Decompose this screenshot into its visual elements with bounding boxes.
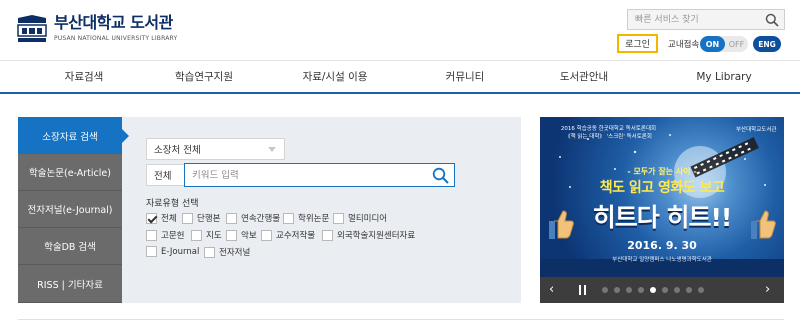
quick-search-box — [627, 9, 785, 30]
field-select-value: 전체 — [154, 171, 172, 182]
slide-dot[interactable] — [662, 287, 668, 293]
checkbox-icon[interactable] — [226, 229, 237, 241]
type-checkbox-faculty-works[interactable]: 교수저작물 — [261, 229, 315, 241]
nav-item-research[interactable]: 학습연구지원 — [168, 61, 240, 92]
english-button[interactable]: ENG — [753, 36, 781, 52]
main-nav: 자료검색 학습연구지원 자료/시설 이용 커뮤니티 도서관안내 My Libra… — [0, 60, 800, 92]
type-checkbox-old-books[interactable]: 고문헌 — [146, 229, 184, 241]
banner-title: 히트다 히트!! — [592, 203, 733, 232]
campus-access-toggle[interactable]: ON OFF — [700, 36, 748, 52]
type-checkbox-multimedia[interactable]: 멀티미디어 — [333, 212, 387, 224]
section-divider — [18, 319, 784, 320]
slide-dot[interactable] — [626, 287, 632, 293]
type-checkbox-score[interactable]: 악보 — [226, 229, 257, 241]
tab-e-journal[interactable]: 전자저널(e-Journal) — [18, 191, 122, 228]
slide-dot[interactable] — [698, 287, 704, 293]
checkbox-checked-icon[interactable] — [146, 212, 157, 224]
tab-e-article[interactable]: 학술논문(e-Article) — [18, 154, 122, 191]
checkbox-icon[interactable] — [182, 212, 193, 224]
tab-riss-other[interactable]: RISS | 기타자료 — [18, 265, 122, 303]
location-select[interactable]: 소장처 전체 — [146, 138, 285, 160]
banner-venue: 부산대학교 밀양캠퍼스 나노생명과학도서관 — [612, 257, 712, 263]
checkbox-icon[interactable] — [146, 246, 157, 257]
quick-search-input[interactable] — [628, 10, 758, 29]
checkbox-icon[interactable] — [146, 229, 157, 241]
tab-holdings-search[interactable]: 소장자료 검색 — [18, 117, 129, 154]
checkbox-icon[interactable] — [283, 212, 294, 224]
slide-dot[interactable] — [638, 287, 644, 293]
type-checkbox-electronic-journal[interactable]: 전자저널 — [204, 246, 250, 258]
pause-icon[interactable] — [579, 285, 586, 295]
type-checkbox-book[interactable]: 단행본 — [182, 212, 220, 224]
site-header: 부산대학교 도서관 PUSAN NATIONAL UNIVERSITY LIBR… — [0, 0, 800, 60]
chevron-left-icon[interactable]: ‹ — [549, 282, 554, 297]
type-checkbox-e-journal[interactable]: E-Journal — [146, 246, 199, 257]
slide-dot[interactable] — [650, 287, 656, 293]
slide-dot[interactable] — [602, 287, 608, 293]
banner-controls: ‹ › — [540, 277, 784, 303]
banner-library-logo: 부산대학교도서관 — [736, 127, 777, 133]
checkbox-icon[interactable] — [261, 229, 272, 241]
location-select-value: 소장처 전체 — [154, 145, 201, 156]
university-logo-icon — [16, 14, 48, 44]
checkbox-icon[interactable] — [204, 246, 215, 258]
checkbox-icon[interactable] — [333, 212, 344, 224]
keyword-search-box — [184, 163, 455, 187]
nav-item-search[interactable]: 자료검색 — [0, 61, 168, 92]
toggle-off[interactable]: OFF — [725, 36, 748, 52]
campus-access-label: 교내접속 — [668, 40, 700, 50]
nav-item-about[interactable]: 도서관안내 — [500, 61, 668, 92]
banner-tagline: - 모두가 잘는 사이 - — [627, 167, 697, 176]
event-banner[interactable]: 2016 학습공동 한곳대학교 독서토론대회 《책 읽는 대학》 '스크린' 독… — [540, 117, 784, 303]
nav-item-my-library[interactable]: My Library — [668, 61, 780, 92]
nav-item-facilities[interactable]: 자료/시설 이용 — [240, 61, 430, 92]
chevron-right-icon[interactable]: › — [765, 282, 770, 297]
logo-title: 부산대학교 도서관 — [54, 13, 173, 32]
slide-dot[interactable] — [674, 287, 680, 293]
thumbs-up-icon — [751, 210, 776, 239]
chevron-down-icon — [268, 147, 276, 152]
banner-header-text: 2016 학습공동 한곳대학교 독서토론대회 《책 읽는 대학》 '스크린' 독… — [560, 126, 657, 140]
search-icon[interactable] — [432, 167, 449, 187]
checkbox-icon[interactable] — [322, 229, 333, 241]
banner-illustration — [559, 134, 766, 198]
logo-subtitle: PUSAN NATIONAL UNIVERSITY LIBRARY — [54, 35, 178, 42]
toggle-on[interactable]: ON — [700, 36, 725, 52]
nav-item-community[interactable]: 커뮤니티 — [430, 61, 500, 92]
keyword-input[interactable] — [185, 164, 415, 186]
tab-academic-db[interactable]: 학술DB 검색 — [18, 228, 122, 265]
slide-dot[interactable] — [614, 287, 620, 293]
checkbox-icon[interactable] — [226, 212, 237, 224]
type-checkbox-foreign-center[interactable]: 외국학술지원센터자료 — [322, 229, 415, 241]
slide-indicators — [602, 287, 710, 293]
checkbox-icon[interactable] — [191, 229, 202, 241]
thumbs-up-icon — [549, 210, 574, 239]
nav-divider — [0, 92, 800, 94]
type-checkbox-thesis[interactable]: 학위논문 — [283, 212, 329, 224]
login-button[interactable]: 로그인 — [617, 34, 658, 53]
library-logo[interactable]: 부산대학교 도서관 PUSAN NATIONAL UNIVERSITY LIBR… — [16, 14, 177, 44]
material-type-title: 자료유형 선택 — [146, 199, 199, 209]
search-tabs: 소장자료 검색 학술논문(e-Article) 전자저널(e-Journal) … — [18, 117, 129, 303]
type-checkbox-map[interactable]: 지도 — [191, 229, 222, 241]
search-icon[interactable] — [765, 13, 779, 30]
banner-subtitle: 책도 읽고 영화도 보고 — [599, 180, 725, 196]
type-checkbox-serial[interactable]: 연속간행물 — [226, 212, 280, 224]
slide-dot[interactable] — [686, 287, 692, 293]
banner-date: 2016. 9. 30 — [627, 239, 697, 252]
type-checkbox-all[interactable]: 전체 — [146, 212, 177, 224]
